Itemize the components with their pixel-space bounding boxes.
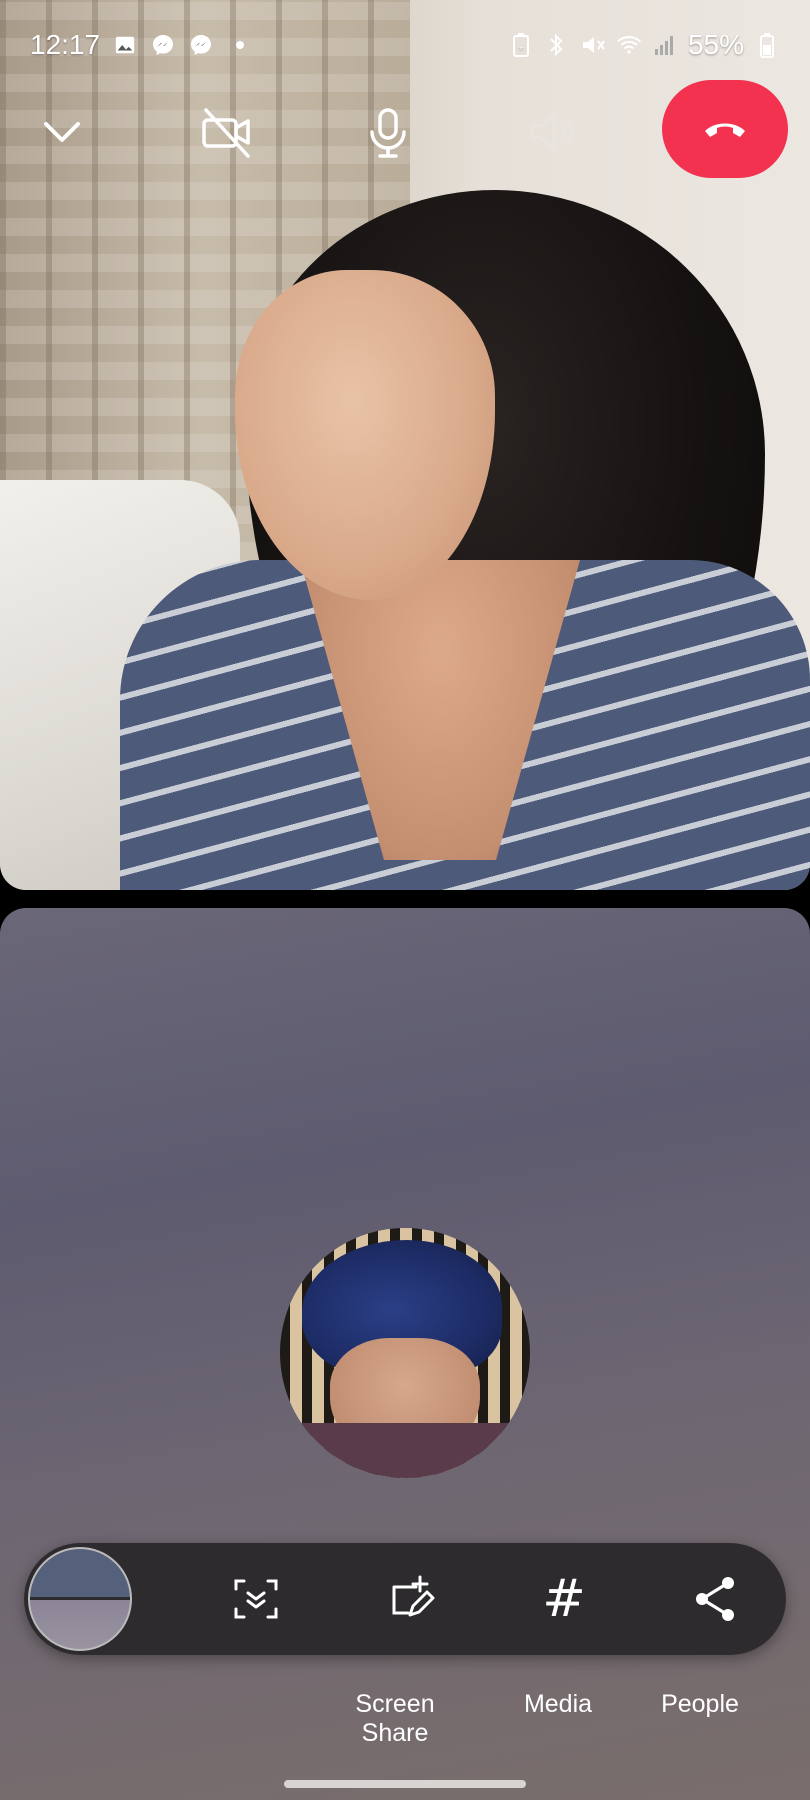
gallery-icon <box>112 32 138 58</box>
battery-icon <box>754 32 780 58</box>
avatar <box>280 1228 530 1478</box>
minimize-button[interactable] <box>12 82 112 182</box>
messenger-icon <box>150 32 176 58</box>
tag-button[interactable]: # <box>534 1569 594 1629</box>
camera-toggle-button[interactable] <box>176 82 276 182</box>
draw-button[interactable] <box>380 1569 440 1629</box>
screenshot-thumbnail[interactable] <box>28 1547 132 1651</box>
dot-icon <box>236 41 245 49</box>
status-time: 12:17 <box>30 29 101 60</box>
bluetooth-icon <box>544 32 570 58</box>
bottom-action-labels: Screen Share Media People <box>0 1690 810 1747</box>
edge-toolbar: # <box>24 1543 786 1655</box>
svg-text:+: + <box>518 43 525 52</box>
hashtag-icon: # <box>542 1569 586 1629</box>
messenger-icon <box>188 32 214 58</box>
navigation-gesture-handle[interactable] <box>284 1780 526 1788</box>
share-icon <box>696 1577 734 1621</box>
screen-share-label[interactable]: Screen Share <box>320 1690 470 1748</box>
speaker-button[interactable] <box>502 82 602 182</box>
media-label[interactable]: Media <box>508 1690 608 1719</box>
speaker-icon <box>530 113 574 151</box>
chevron-down-icon <box>44 122 80 142</box>
end-call-button[interactable] <box>662 80 788 178</box>
end-call-icon <box>705 123 745 137</box>
microphone-icon <box>370 108 406 158</box>
battery-percent: 55% <box>687 29 744 60</box>
scroll-capture-button[interactable] <box>226 1569 286 1629</box>
mute-icon <box>580 32 606 58</box>
battery-saver-icon: + <box>508 32 534 58</box>
smart-select-icon <box>392 1575 435 1617</box>
status-bar: 12:17 + 55% <box>0 0 810 90</box>
share-button[interactable] <box>686 1569 746 1629</box>
microphone-button[interactable] <box>338 82 438 182</box>
screen-capture-icon <box>234 1579 278 1619</box>
avatar-shirt <box>280 1423 530 1478</box>
camera-off-icon <box>202 108 250 158</box>
wifi-icon <box>616 32 642 58</box>
people-label[interactable]: People <box>650 1690 750 1719</box>
signal-icon <box>652 32 678 58</box>
